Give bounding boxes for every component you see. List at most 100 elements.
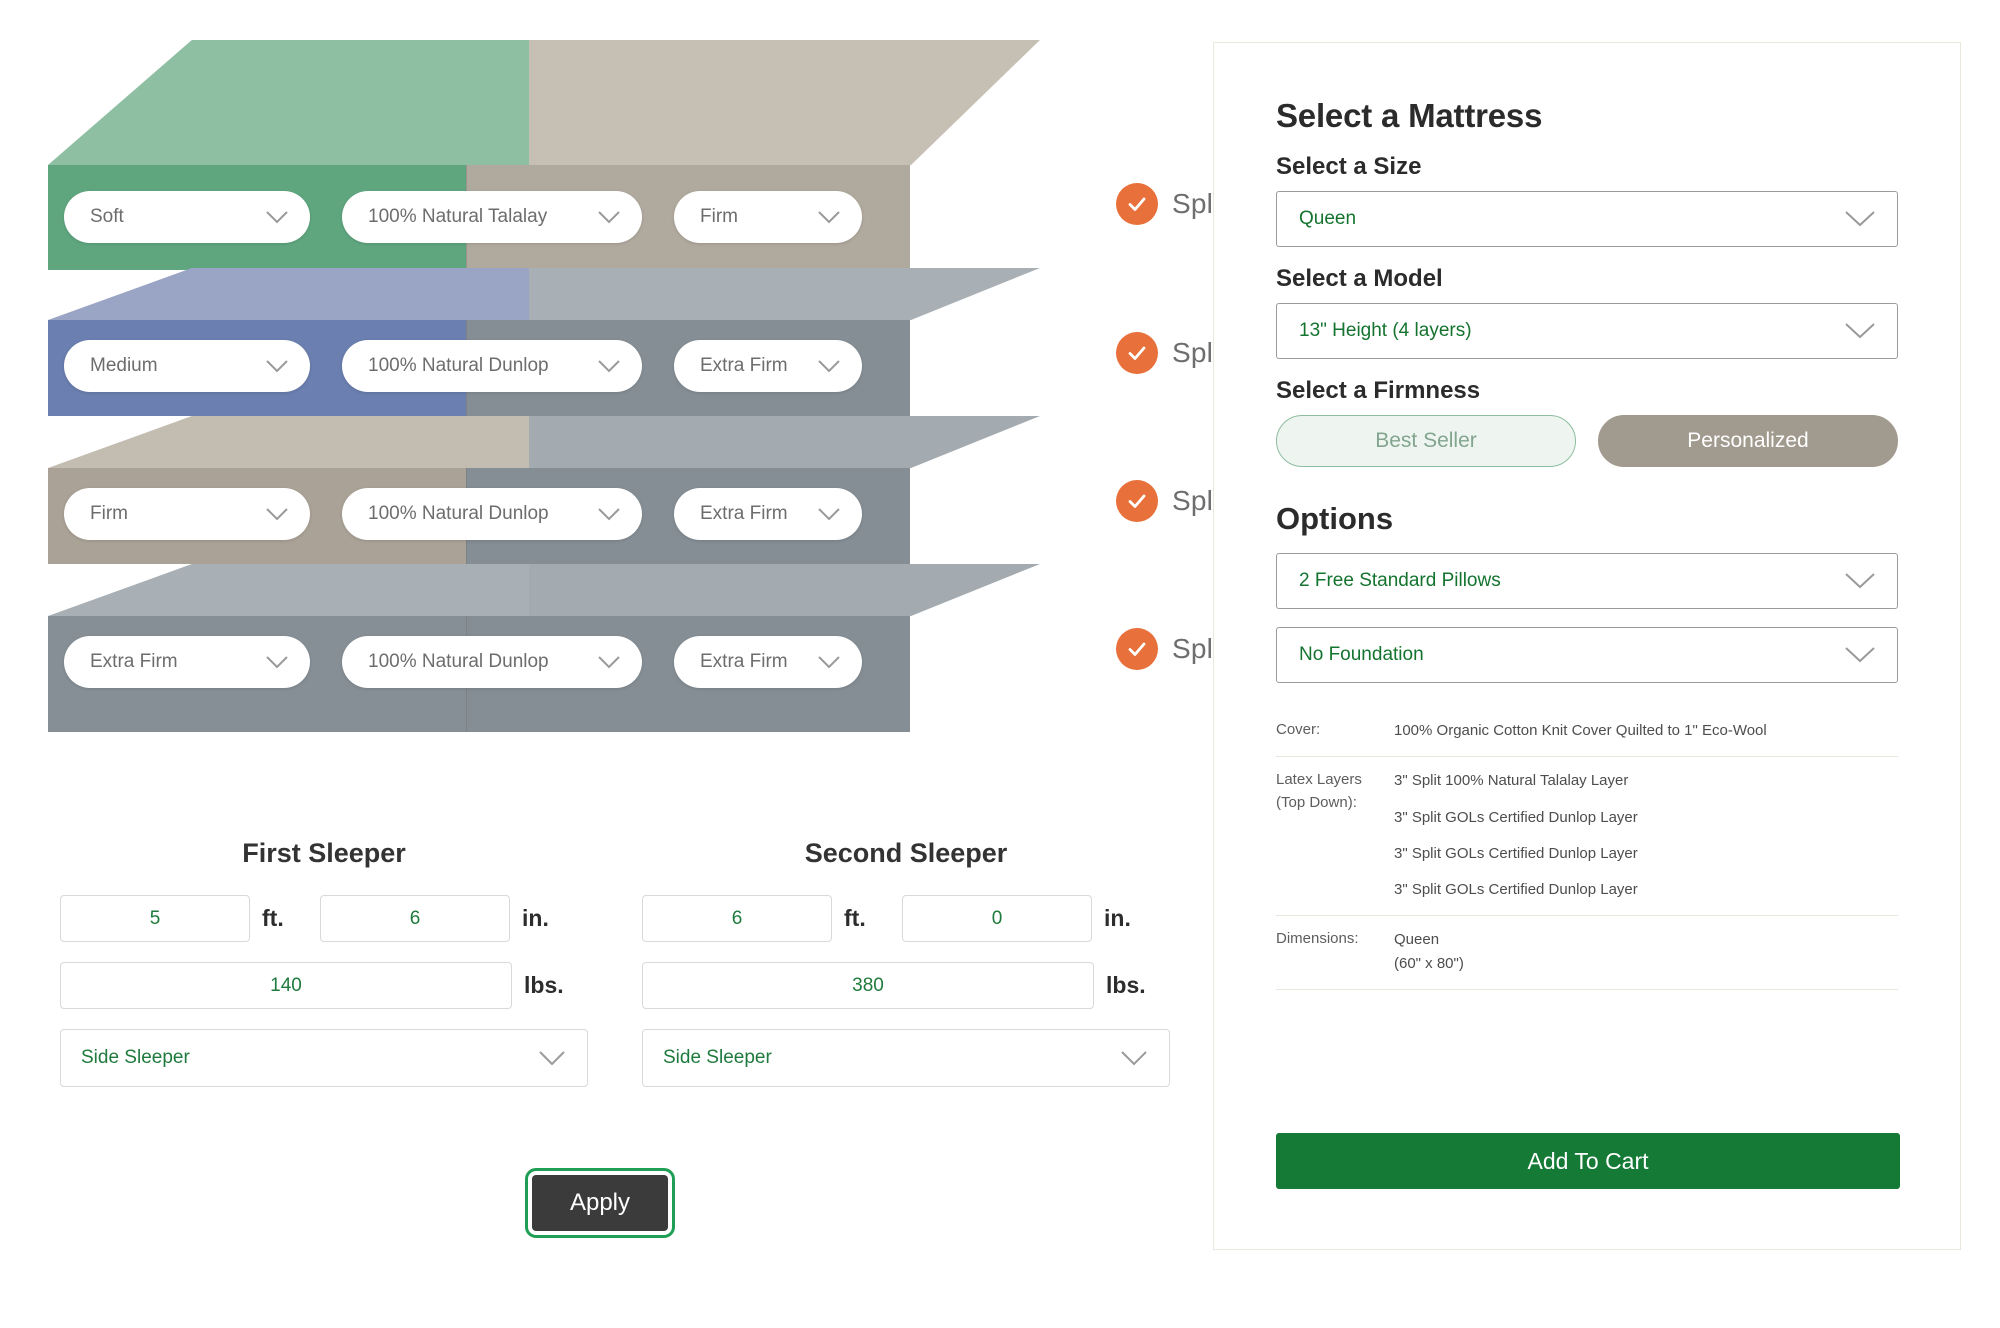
spec-key-cover: Cover: <box>1276 721 1321 738</box>
spec-value-dimensions: Queen (60" x 80") <box>1394 928 1464 975</box>
layer-left-firmness-dropdown[interactable]: Extra Firm <box>64 636 310 688</box>
sleep-position-dropdown[interactable]: Side Sleeper <box>60 1029 588 1087</box>
layer-top-face-left <box>48 564 530 616</box>
mattress-configurator-page: Soft 100% Natural Talalay Firm Split Med… <box>0 0 2000 1328</box>
spec-key-latex-layers: Latex Layers (Top Down): <box>1276 769 1394 901</box>
layer-material-value: 100% Natural Dunlop <box>368 355 549 376</box>
sleeper-first: First Sleeper 5 ft. 6 in. 140 lbs. Side … <box>60 838 588 1087</box>
layer-top-face <box>48 416 1040 468</box>
layer-left-firmness-value: Soft <box>90 206 124 227</box>
foundation-option-dropdown[interactable]: No Foundation <box>1276 627 1898 683</box>
layer-left-firmness-value: Firm <box>90 503 128 524</box>
dimensions-size: Queen <box>1394 931 1440 949</box>
height-inches-unit: in. <box>522 905 549 931</box>
sleep-position-value: Side Sleeper <box>81 1047 190 1068</box>
panel-title: Select a Mattress <box>1276 97 1543 134</box>
add-to-cart-container: Add To Cart <box>1276 1133 1900 1189</box>
layer-right-firmness-value: Extra Firm <box>700 503 788 524</box>
spec-row-cover: Cover: 100% Organic Cotton Knit Cover Qu… <box>1276 707 1898 756</box>
layer-split-toggle[interactable]: Split <box>1116 628 1227 670</box>
spec-value-latex-layers: 3" Split 100% Natural Talalay Layer 3" S… <box>1394 769 1638 901</box>
latex-layer-item: 3" Split GOLs Certified Dunlop Layer <box>1394 808 1638 826</box>
check-circle-icon[interactable] <box>1116 480 1158 522</box>
options-title: Options <box>1276 501 1394 536</box>
height-inches-input[interactable]: 0 <box>902 895 1092 942</box>
firmness-personalized-button[interactable]: Personalized <box>1598 415 1898 467</box>
apply-button[interactable]: Apply <box>524 1168 676 1238</box>
select-mattress-panel: Select a Mattress Select a Size Queen Se… <box>1213 42 1961 1250</box>
layer-left-firmness-dropdown[interactable]: Soft <box>64 191 310 243</box>
chevron-down-icon <box>1845 323 1875 339</box>
size-label: Select a Size <box>1276 153 1422 180</box>
pillows-option-dropdown[interactable]: 2 Free Standard Pillows <box>1276 553 1898 609</box>
layer-material-dropdown[interactable]: 100% Natural Dunlop <box>342 636 642 688</box>
panel-body: Select a Mattress Select a Size Queen Se… <box>1214 43 1960 990</box>
weight-unit: lbs. <box>524 972 564 998</box>
layer-material-dropdown[interactable]: 100% Natural Dunlop <box>342 340 642 392</box>
chevron-down-icon <box>1845 573 1875 589</box>
check-circle-icon[interactable] <box>1116 628 1158 670</box>
sleeper-second: Second Sleeper 6 ft. 0 in. 380 lbs. Side… <box>642 838 1170 1087</box>
latex-layer-item: 3" Split GOLs Certified Dunlop Layer <box>1394 881 1638 898</box>
weight-input[interactable]: 380 <box>642 962 1094 1009</box>
firmness-toggle-group: Best Seller Personalized <box>1276 415 1898 467</box>
sleeper-weight-row: 380 lbs. <box>642 962 1170 1009</box>
sleeper-height-row: 5 ft. 6 in. <box>60 895 588 942</box>
chevron-down-icon <box>598 655 620 669</box>
layer-right-firmness-dropdown[interactable]: Extra Firm <box>674 340 862 392</box>
sleep-position-value: Side Sleeper <box>663 1047 772 1068</box>
spec-key-dimensions: Dimensions: <box>1276 930 1359 948</box>
chevron-down-icon <box>818 655 840 669</box>
spec-value-cover: 100% Organic Cotton Knit Cover Quilted t… <box>1394 722 1767 739</box>
layer-right-firmness-value: Firm <box>700 206 738 227</box>
height-feet-input[interactable]: 5 <box>60 895 250 942</box>
sleep-position-dropdown[interactable]: Side Sleeper <box>642 1029 1170 1087</box>
layer-right-firmness-dropdown[interactable]: Extra Firm <box>674 488 862 540</box>
layer-controls: Soft 100% Natural Talalay Firm <box>48 191 910 243</box>
weight-input[interactable]: 140 <box>60 962 512 1009</box>
layer-left-firmness-dropdown[interactable]: Firm <box>64 488 310 540</box>
chevron-down-icon <box>598 210 620 224</box>
chevron-down-icon <box>598 359 620 373</box>
chevron-down-icon <box>266 359 288 373</box>
chevron-down-icon <box>539 1050 565 1066</box>
chevron-down-icon <box>1845 647 1875 663</box>
layer-top-face-left <box>48 416 530 468</box>
size-dropdown[interactable]: Queen <box>1276 191 1898 247</box>
layer-top-face-right <box>529 416 1040 468</box>
model-value: 13" Height (4 layers) <box>1299 320 1472 341</box>
layer-right-firmness-dropdown[interactable]: Extra Firm <box>674 636 862 688</box>
layer-left-firmness-value: Medium <box>90 355 158 376</box>
sleeper-title: First Sleeper <box>242 838 406 868</box>
layer-split-toggle[interactable]: Split <box>1116 332 1227 374</box>
chevron-down-icon <box>598 507 620 521</box>
dimensions-measurements: (60" x 80") <box>1394 954 1464 972</box>
layer-material-dropdown[interactable]: 100% Natural Talalay <box>342 191 642 243</box>
layer-right-firmness-dropdown[interactable]: Firm <box>674 191 862 243</box>
layer-material-value: 100% Natural Dunlop <box>368 651 549 672</box>
chevron-down-icon <box>1121 1050 1147 1066</box>
model-dropdown[interactable]: 13" Height (4 layers) <box>1276 303 1898 359</box>
layer-top-face-right <box>529 564 1040 616</box>
height-inches-input[interactable]: 6 <box>320 895 510 942</box>
layer-split-toggle[interactable]: Split <box>1116 480 1227 522</box>
firmness-best-seller-button[interactable]: Best Seller <box>1276 415 1576 467</box>
chevron-down-icon <box>266 210 288 224</box>
latex-layer-item: 3" Split GOLs Certified Dunlop Layer <box>1394 844 1638 862</box>
layer-material-dropdown[interactable]: 100% Natural Dunlop <box>342 488 642 540</box>
layer-controls: Firm 100% Natural Dunlop Extra Firm <box>48 488 910 540</box>
layer-split-toggle[interactable]: Split <box>1116 183 1227 225</box>
chevron-down-icon <box>818 210 840 224</box>
layer-top-face-right <box>529 268 1040 320</box>
chevron-down-icon <box>266 507 288 521</box>
check-circle-icon[interactable] <box>1116 332 1158 374</box>
add-to-cart-button[interactable]: Add To Cart <box>1276 1133 1900 1189</box>
mattress-layer-stack: Soft 100% Natural Talalay Firm Split Med… <box>48 40 1227 790</box>
height-feet-input[interactable]: 6 <box>642 895 832 942</box>
pillows-option-value: 2 Free Standard Pillows <box>1299 570 1501 591</box>
check-circle-icon[interactable] <box>1116 183 1158 225</box>
spec-row-latex-layers: Latex Layers (Top Down): 3" Split 100% N… <box>1276 756 1898 915</box>
layer-left-firmness-dropdown[interactable]: Medium <box>64 340 310 392</box>
sleeper-title: Second Sleeper <box>804 838 1008 868</box>
layer-left-firmness-value: Extra Firm <box>90 651 178 672</box>
